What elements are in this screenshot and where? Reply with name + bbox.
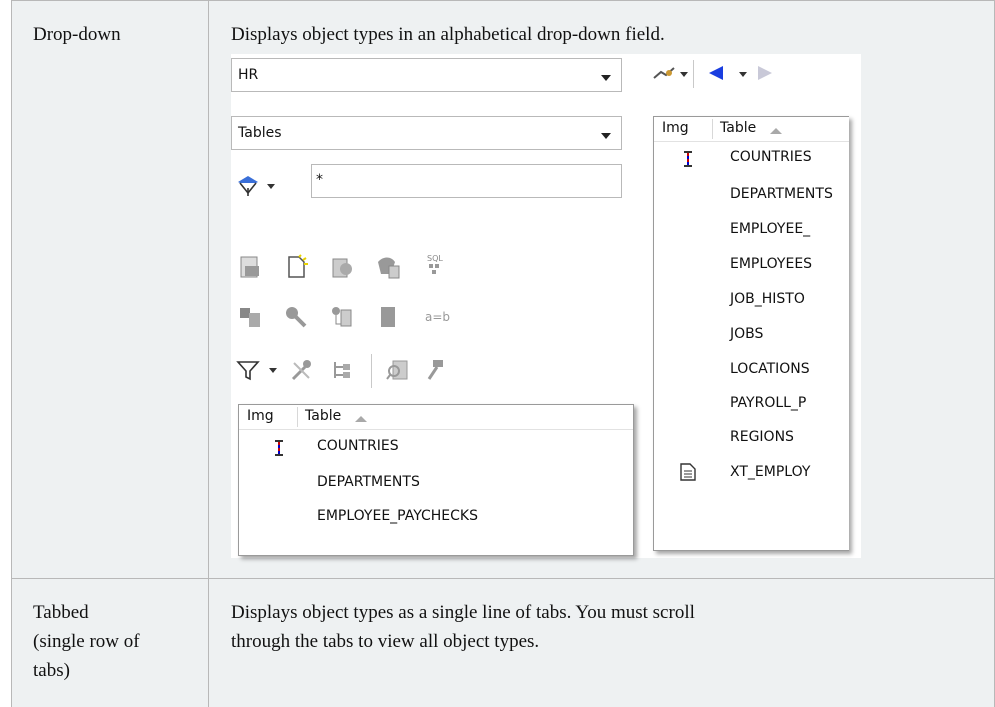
- object-grid-right: Img Table COUNTRIES DEPARTMENTS EMPLOYEE…: [653, 116, 849, 551]
- sort-ascending-icon: [355, 416, 367, 422]
- table-row[interactable]: JOB_HISTO: [654, 285, 849, 313]
- schema-dropdown[interactable]: HR: [231, 58, 622, 92]
- forward-arrow-icon[interactable]: [751, 60, 777, 86]
- table-name: LOCATIONS: [730, 361, 810, 377]
- column-header-table[interactable]: Table: [305, 408, 341, 424]
- table-name: PAYROLL_P: [730, 395, 807, 411]
- table-type-icon: [684, 149, 692, 171]
- table-row[interactable]: COUNTRIES: [654, 143, 849, 171]
- table-name: DEPARTMENTS: [317, 474, 420, 490]
- object-type-dropdown[interactable]: Tables: [231, 116, 622, 150]
- object-type-dropdown-value: Tables: [238, 125, 282, 141]
- copy-object-icon[interactable]: [375, 254, 401, 280]
- table-row[interactable]: DEPARTMENTS: [239, 468, 633, 496]
- compare-label[interactable]: a=b: [425, 310, 450, 324]
- filter-options-arrow-icon[interactable]: [269, 368, 277, 373]
- table-name: JOB_HISTO: [730, 291, 805, 307]
- row-description-tabbed-line2: through the tabs to view all object type…: [231, 631, 540, 652]
- sort-ascending-icon: [770, 128, 782, 134]
- tree-icon[interactable]: [329, 357, 355, 383]
- grid-header: Img Table: [239, 405, 633, 430]
- table-row[interactable]: DEPARTMENTS: [654, 180, 849, 208]
- filter-menu-arrow-icon[interactable]: [267, 184, 275, 189]
- table-row[interactable]: PAYROLL_P: [654, 389, 849, 417]
- table-type-icon: [275, 438, 283, 460]
- table-name: EMPLOYEE_PAYCHECKS: [317, 508, 478, 524]
- sql-icon-label: SQL: [427, 254, 443, 263]
- sql-icon[interactable]: SQL: [421, 252, 447, 278]
- table-name: COUNTRIES: [730, 149, 812, 165]
- table-name: EMPLOYEE_: [730, 221, 811, 237]
- object-grid-small: Img Table COUNTRIES DEPARTMENTS EMPLOYEE…: [238, 404, 634, 556]
- filter-icon[interactable]: [235, 357, 261, 383]
- table-name: COUNTRIES: [317, 438, 399, 454]
- open-object-icon[interactable]: [237, 254, 263, 280]
- table-row[interactable]: JOBS: [654, 320, 849, 348]
- object-list-panel-screenshot: HR Tables * SQL a=b Img Table COUNTRIES …: [231, 54, 861, 558]
- row-description-tabbed-line1: Displays object types as a single line o…: [231, 602, 695, 623]
- row-label-drop-down: Drop-down: [33, 24, 121, 45]
- new-object-icon[interactable]: [283, 254, 309, 280]
- table-name: XT_EMPLOY: [730, 464, 811, 480]
- table-name: JOBS: [730, 326, 764, 342]
- row-description-drop-down: Displays object types in an alphabetical…: [231, 24, 665, 45]
- column-header-img[interactable]: Img: [247, 408, 274, 424]
- table-row[interactable]: EMPLOYEE_: [654, 215, 849, 243]
- grid-header: Img Table: [654, 117, 849, 142]
- filter-input[interactable]: *: [311, 164, 622, 198]
- table-row[interactable]: REGIONS: [654, 423, 849, 451]
- table-name: EMPLOYEES: [730, 256, 813, 272]
- edit-object-icon[interactable]: [329, 254, 355, 280]
- compile-icon[interactable]: [237, 304, 263, 330]
- table-name: DEPARTMENTS: [730, 186, 833, 202]
- filter-funnel-icon[interactable]: [235, 172, 261, 198]
- bookmark-icon[interactable]: [375, 304, 401, 330]
- column-header-img[interactable]: Img: [662, 120, 689, 136]
- dependencies-icon[interactable]: [329, 304, 355, 330]
- toolbar-separator: [693, 60, 694, 88]
- chevron-down-icon: [601, 133, 611, 139]
- back-menu-arrow-icon[interactable]: [739, 72, 747, 77]
- table-row[interactable]: EMPLOYEE_PAYCHECKS: [239, 502, 633, 530]
- table-row[interactable]: XT_EMPLOY: [654, 458, 849, 486]
- document-icon: [680, 463, 696, 486]
- column-header-table[interactable]: Table: [720, 120, 756, 136]
- chevron-down-icon: [601, 75, 611, 81]
- table-name: REGIONS: [730, 429, 794, 445]
- chart-menu-arrow-icon[interactable]: [680, 72, 688, 77]
- row-label-tabbed-line1: Tabbed: [33, 602, 89, 623]
- table-row[interactable]: COUNTRIES: [239, 432, 633, 460]
- chart-icon[interactable]: [651, 60, 677, 86]
- row-label-tabbed-line2: (single row of: [33, 631, 140, 652]
- table-row[interactable]: LOCATIONS: [654, 355, 849, 383]
- filter-input-value: *: [316, 172, 323, 188]
- schema-dropdown-value: HR: [238, 67, 259, 83]
- hammer-icon[interactable]: [423, 357, 449, 383]
- wrench-icon[interactable]: [283, 304, 309, 330]
- back-arrow-icon[interactable]: [703, 60, 729, 86]
- find-icon[interactable]: [385, 357, 411, 383]
- toolbar-separator: [371, 354, 372, 388]
- row-label-tabbed-line3: tabs): [33, 660, 70, 681]
- table-row[interactable]: EMPLOYEES: [654, 250, 849, 278]
- tools-icon[interactable]: [289, 357, 315, 383]
